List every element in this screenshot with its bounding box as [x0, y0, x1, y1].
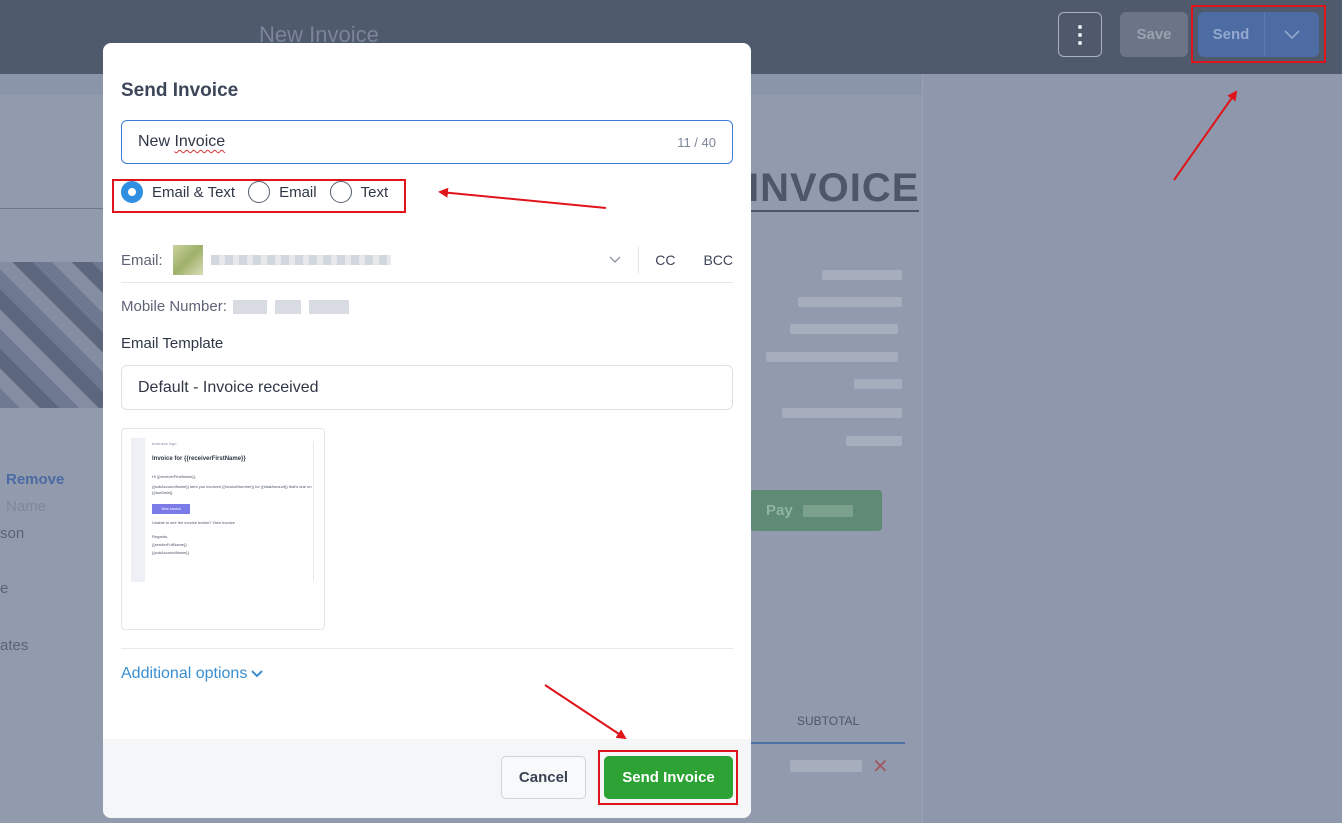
email-preview: business logo Invoice for {{receiverFirs… [121, 428, 325, 630]
mobile-number-redacted [232, 299, 267, 314]
logo-image [0, 262, 103, 408]
char-counter: 11 / 40 [677, 134, 716, 150]
send-invoice-modal: Send Invoice New Invoice 11 / 40 Email &… [103, 43, 751, 818]
invoice-name-input[interactable]: New Invoice 11 / 40 [121, 120, 733, 164]
mobile-number-redacted [274, 299, 301, 314]
preview-regards: Regards, [152, 534, 169, 539]
spellcheck-word: Invoice [174, 133, 226, 150]
preview-content: business logo Invoice for {{receiverFirs… [152, 441, 314, 581]
person-name-fragment: son [0, 525, 25, 542]
address-line [782, 408, 902, 418]
preview-sidebar [131, 438, 145, 582]
preview-body: {{subAccountName}} sent you invoice# {{i… [152, 484, 312, 495]
avatar [172, 245, 203, 275]
modal-title: Send Invoice [121, 80, 239, 101]
invoice-name-value: New Invoice [138, 133, 225, 151]
preview-greeting: Hi {{receiverFirstName}}, [152, 474, 197, 479]
invoice-name-prefix: New [138, 133, 175, 150]
additional-options-toggle[interactable]: Additional options [121, 665, 264, 683]
address-line [854, 379, 902, 389]
mobile-number-row: Mobile Number: [121, 298, 357, 315]
address-line [822, 270, 902, 280]
name-label-fragment: Name [6, 498, 47, 515]
email-recipient-row: Email: CC BCC [121, 238, 733, 283]
preview-sender: {{senderFullName}} [152, 542, 187, 547]
address-line [790, 324, 898, 334]
invoice-heading: INVOICE [748, 166, 920, 212]
chevron-down-icon [251, 670, 264, 678]
select-fragment: ates [0, 637, 29, 654]
mobile-number-redacted [308, 299, 349, 314]
email-template-label: Email Template [121, 335, 224, 352]
preview-account: {{subAccountName}} [152, 550, 189, 555]
more-options-button[interactable] [1058, 12, 1102, 57]
chevron-down-icon [609, 256, 621, 263]
annotation-box [598, 750, 738, 805]
delete-row-icon[interactable]: ✕ [872, 754, 889, 779]
preview-view-invoice-button: View Invoice [152, 504, 190, 514]
divider [638, 247, 640, 273]
bcc-button[interactable]: BCC [703, 252, 733, 268]
table-header-rule [750, 742, 905, 744]
amount-value [790, 760, 862, 772]
right-panel [922, 74, 1342, 823]
select-fragment: e [0, 580, 9, 597]
preview-heading: Invoice for {{receiverFirstName}} [152, 456, 246, 462]
email-address-redacted[interactable] [210, 255, 391, 265]
mobile-label: Mobile Number: [121, 298, 227, 315]
cc-button[interactable]: CC [655, 252, 675, 268]
divider [121, 648, 733, 649]
cancel-button[interactable]: Cancel [501, 756, 586, 799]
pay-label: Pay [766, 502, 793, 519]
address-line [766, 352, 898, 362]
address-line [798, 297, 902, 307]
preview-logo: business logo [152, 441, 177, 446]
email-dropdown[interactable] [600, 256, 630, 264]
save-button[interactable]: Save [1120, 12, 1188, 57]
email-template-select[interactable]: Default - Invoice received [121, 365, 733, 410]
annotation-box [112, 179, 406, 213]
remove-link[interactable]: Remove [6, 471, 64, 488]
divider [0, 208, 103, 209]
annotation-box [1191, 5, 1326, 63]
email-label: Email: [121, 251, 163, 269]
pay-button[interactable]: Pay [750, 490, 882, 531]
subtotal-header: SUBTOTAL [797, 714, 860, 728]
additional-options-label: Additional options [121, 665, 248, 682]
preview-fallback: Unable to see the invoice button? View I… [152, 520, 235, 525]
kebab-icon [1078, 23, 1082, 47]
address-line [846, 436, 902, 446]
